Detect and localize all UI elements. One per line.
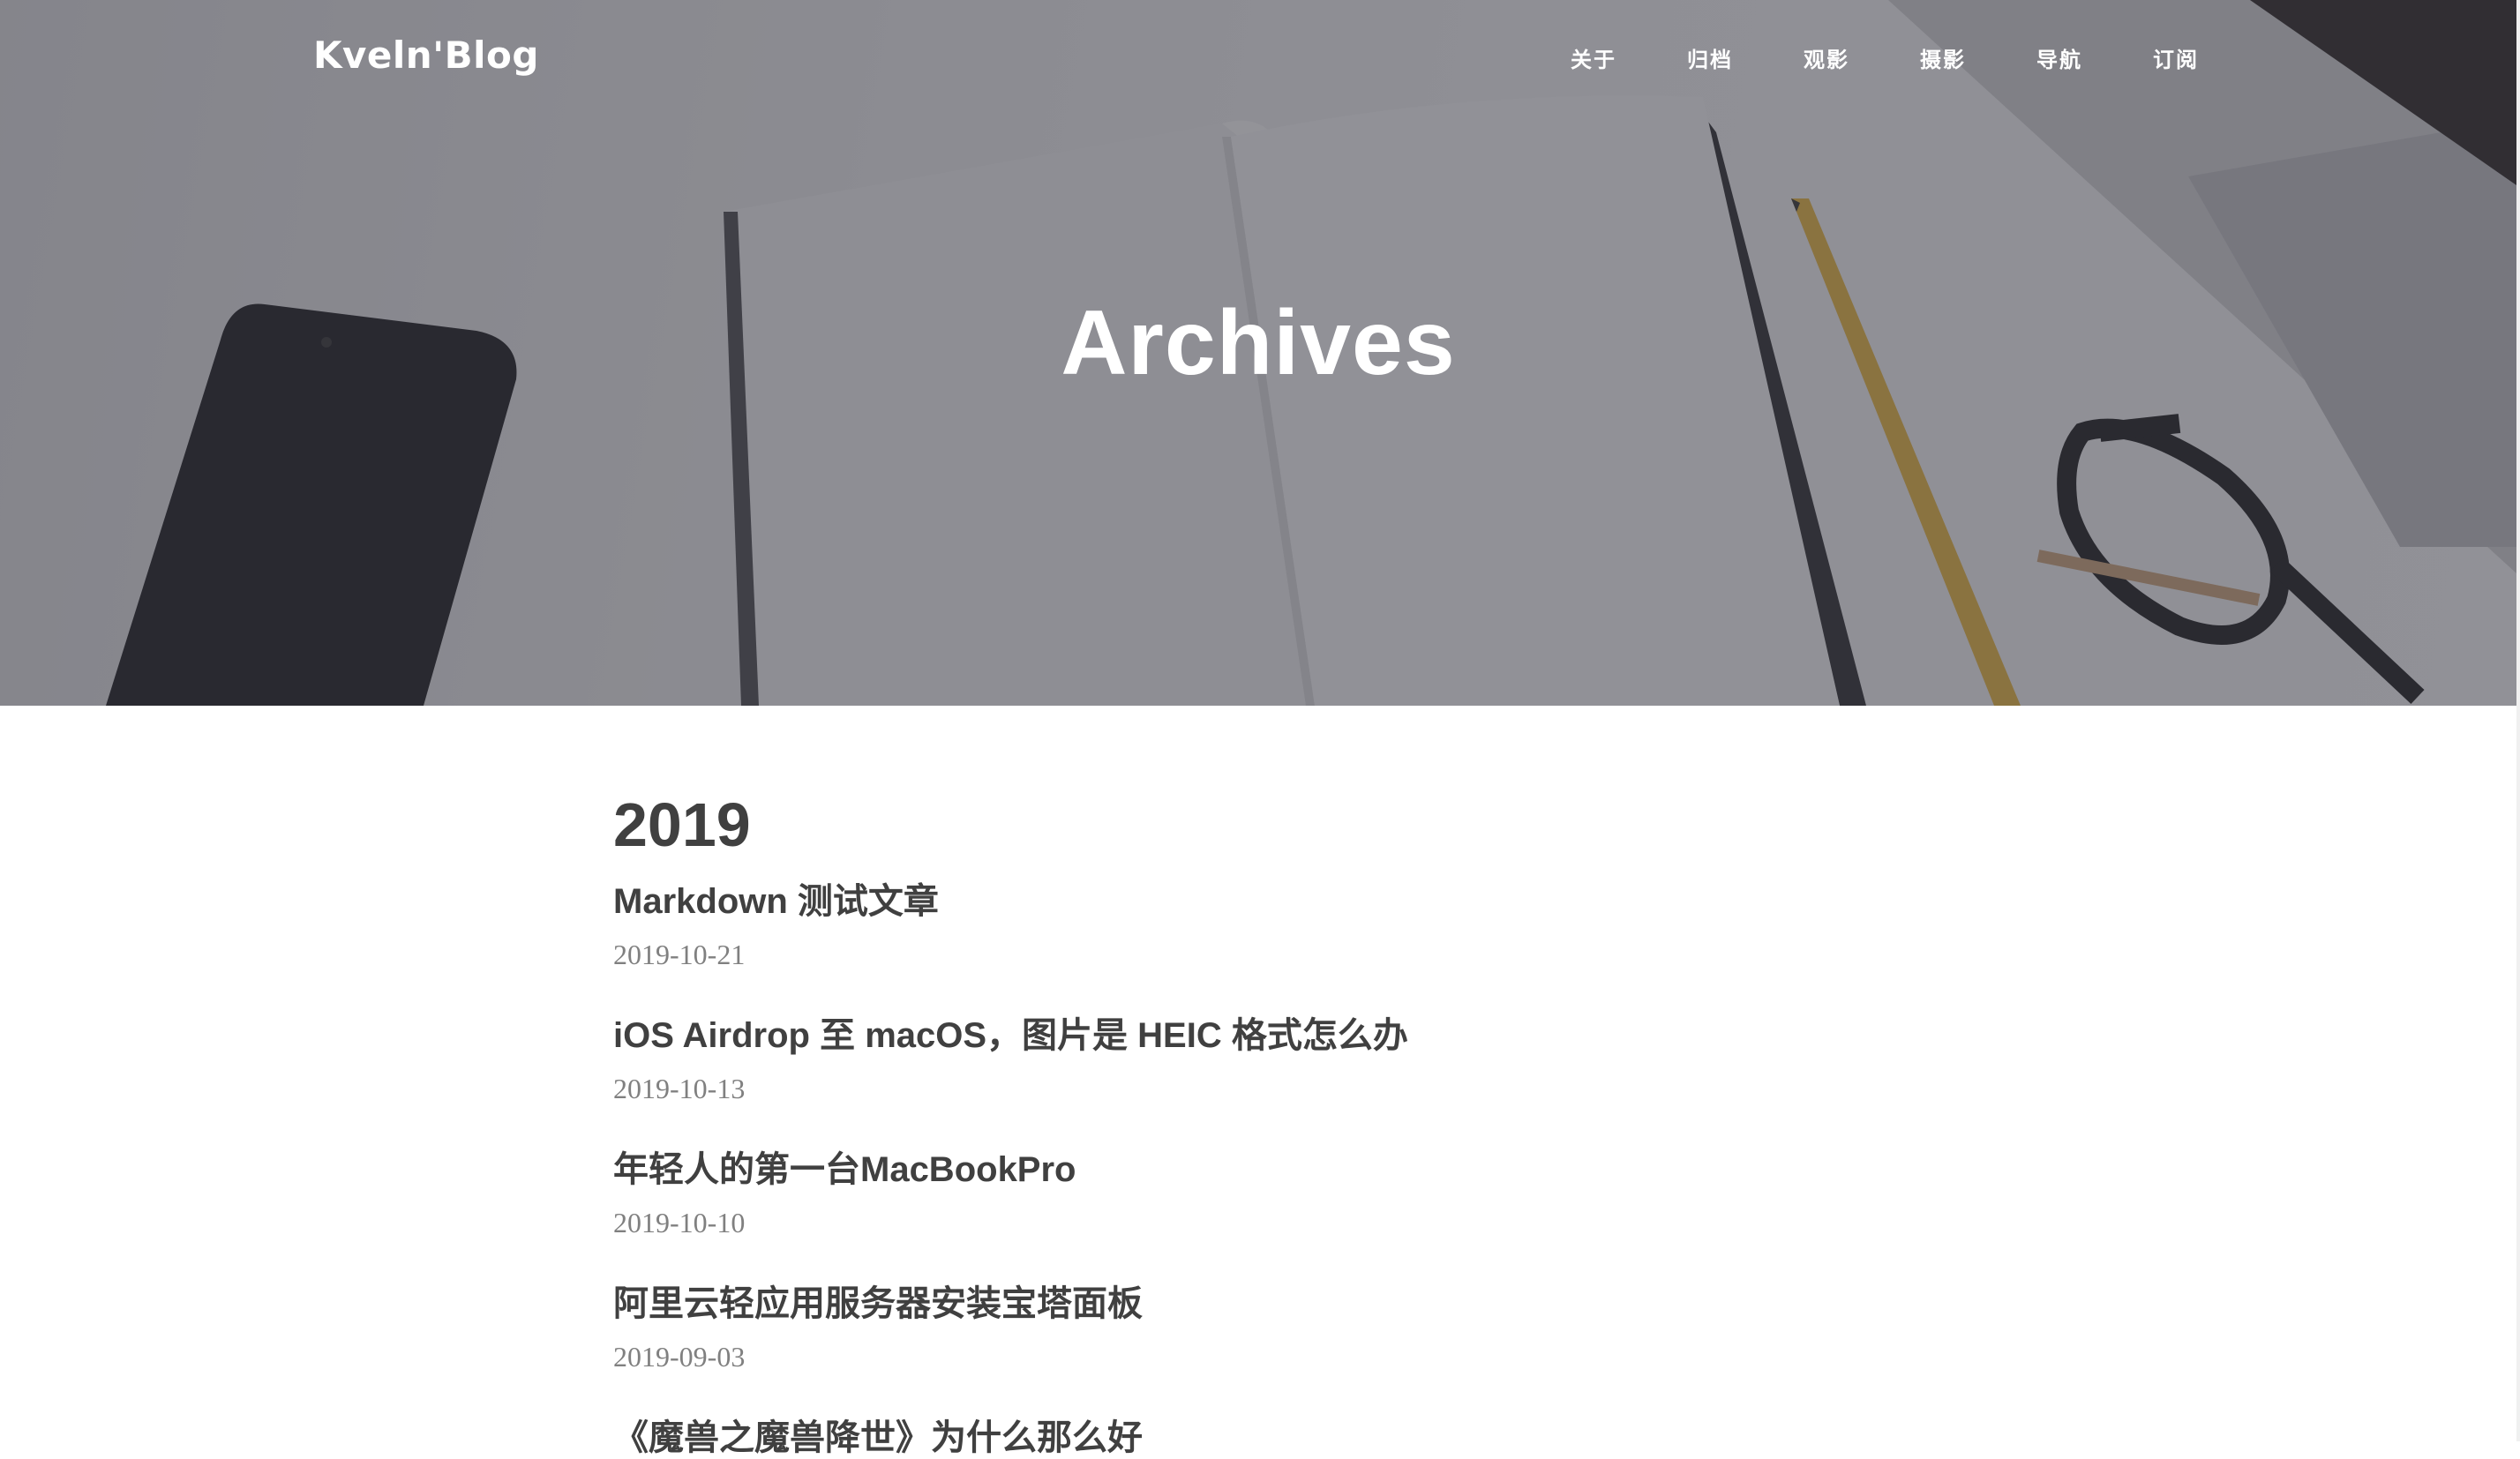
nav-item-subscribe[interactable]: 订阅	[2153, 42, 2269, 73]
post-date: 2019-10-10	[613, 1207, 746, 1238]
page-title: Archives	[1061, 292, 1456, 394]
archive-post-item: 阿里云轻应用服务器安装宝塔面板 2019-09-03	[613, 1283, 1901, 1374]
nav-item-about[interactable]: 关于	[1571, 42, 1687, 73]
archive-year-heading: 2019	[613, 790, 751, 859]
hero-header: Kveln'Blog 关于 归档 观影 摄影 导航 订阅 Archives	[0, 0, 2516, 706]
post-date: 2019-09-03	[613, 1341, 746, 1373]
main-nav: 关于 归档 观影 摄影 导航 订阅	[1571, 42, 2269, 73]
nav-item-archives[interactable]: 归档	[1687, 42, 1804, 73]
brand-logo-link[interactable]: Kveln'Blog	[313, 34, 539, 77]
post-title-link[interactable]: 阿里云轻应用服务器安装宝塔面板	[613, 1283, 1901, 1325]
archive-list: 2019 Markdown 测试文章 2019-10-21 iOS Airdro…	[613, 776, 1901, 1459]
archive-post-item: 年轻人的第一台MacBookPro 2019-10-10	[613, 1148, 1901, 1240]
post-title-link[interactable]: 《魔兽之魔兽降世》为什么那么好	[613, 1417, 1901, 1459]
nav-item-photography[interactable]: 摄影	[1920, 42, 2036, 73]
post-title-link[interactable]: 年轻人的第一台MacBookPro	[613, 1148, 1901, 1191]
nav-item-navigation[interactable]: 导航	[2036, 42, 2153, 73]
nav-item-movies[interactable]: 观影	[1804, 42, 1920, 73]
archive-post-item: Markdown 测试文章 2019-10-21	[613, 880, 1901, 972]
scrollbar-track[interactable]	[2516, 0, 2520, 1441]
post-date: 2019-10-13	[613, 1073, 746, 1104]
post-date: 2019-10-21	[613, 939, 746, 970]
post-title-link[interactable]: Markdown 测试文章	[613, 880, 1901, 923]
post-title-link[interactable]: iOS Airdrop 至 macOS，图片是 HEIC 格式怎么办	[613, 1014, 1901, 1057]
archive-post-item: iOS Airdrop 至 macOS，图片是 HEIC 格式怎么办 2019-…	[613, 1014, 1901, 1106]
archive-post-item: 《魔兽之魔兽降世》为什么那么好	[613, 1417, 1901, 1459]
